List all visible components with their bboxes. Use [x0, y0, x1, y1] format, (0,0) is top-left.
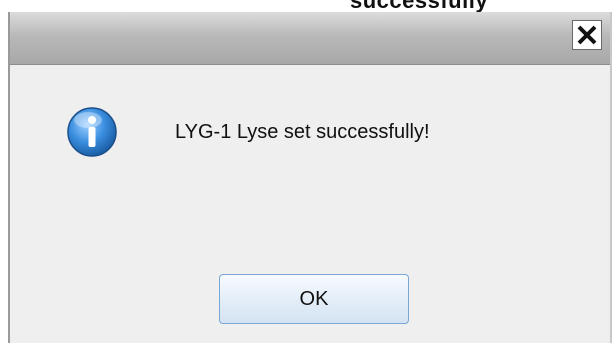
- dialog-body: LYG-1 Lyse set successfully! OK: [10, 65, 610, 343]
- close-button[interactable]: [572, 20, 602, 50]
- info-icon: [67, 107, 117, 157]
- close-icon: [577, 25, 597, 45]
- ok-button[interactable]: OK: [219, 274, 409, 324]
- dialog-message: LYG-1 Lyse set successfully!: [175, 121, 430, 143]
- background-caption-text: successfully: [350, 0, 488, 12]
- background-window-strip: successfully: [0, 0, 614, 12]
- dialog-title-bar[interactable]: [10, 12, 610, 65]
- message-dialog: LYG-1 Lyse set successfully! OK: [8, 12, 612, 343]
